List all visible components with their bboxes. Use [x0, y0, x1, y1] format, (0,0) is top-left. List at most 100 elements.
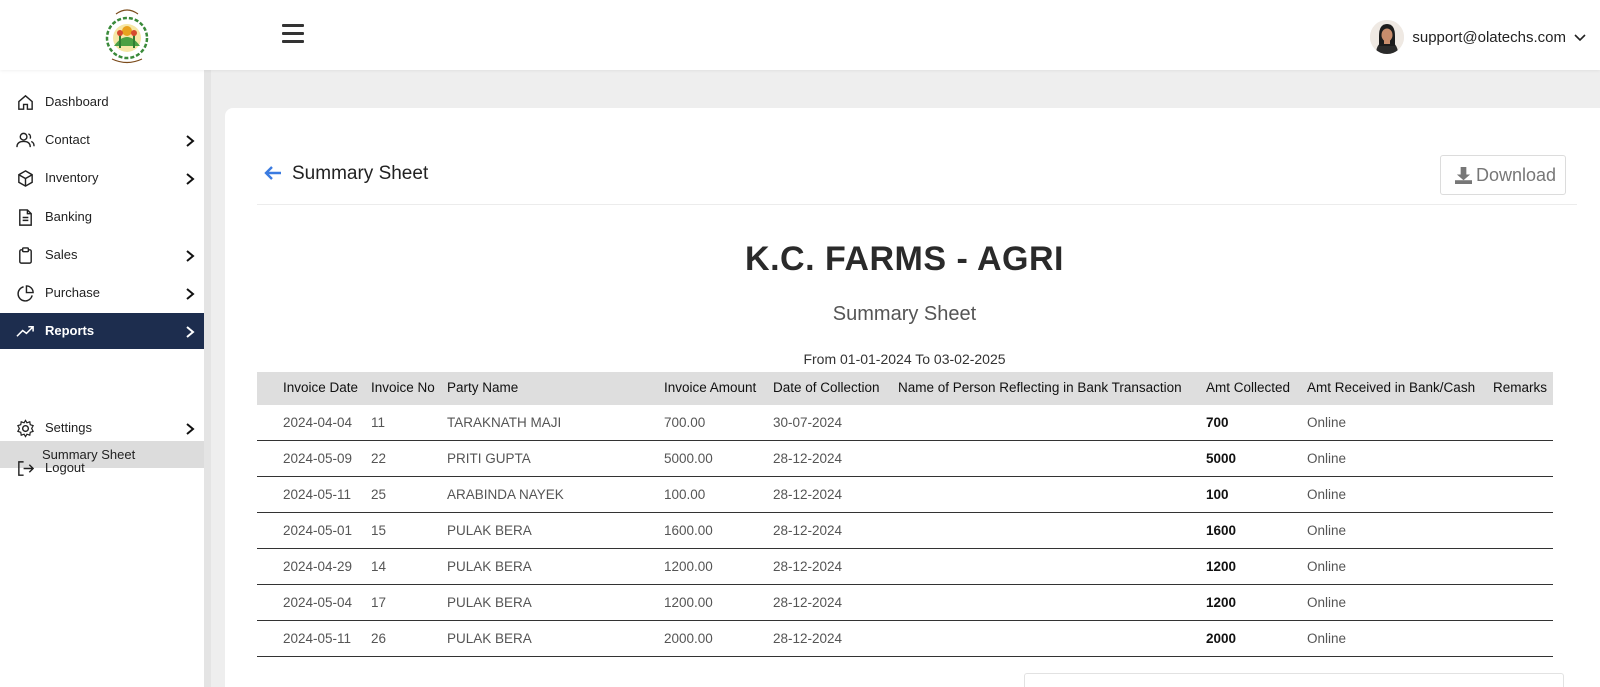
table-row[interactable]: 2024-05-11 26 PULAK BERA 2000.00 28-12-2024 2… — [257, 621, 1553, 657]
table-cell: 28-12-2024 — [773, 487, 843, 502]
chevron-right-icon — [186, 288, 195, 300]
table-cell: 2024-05-01 — [283, 523, 353, 538]
table-cell: 25 — [371, 487, 387, 502]
sidebar-item-logout[interactable]: Logout — [0, 450, 210, 486]
table-cell: 2024-05-11 — [283, 631, 352, 646]
table-row[interactable]: 2024-04-04 11 TARAKNATH MAJI 700.00 30-07-20… — [257, 405, 1553, 441]
table-cell: 1200.00 — [664, 595, 713, 610]
table-row[interactable]: 2024-05-04 17 PULAK BERA 1200.00 28-12-2024 1… — [257, 585, 1553, 621]
divider — [257, 204, 1577, 205]
column-header[interactable]: Date of Collection — [773, 380, 880, 395]
chevron-right-icon — [186, 173, 195, 185]
table-cell: 26 — [371, 631, 387, 646]
brand-area — [0, 0, 210, 70]
download-icon — [1455, 167, 1472, 184]
column-header[interactable]: Invoice Date — [283, 380, 358, 395]
sidebar-scrollbar[interactable] — [204, 70, 211, 687]
chevron-right-icon — [186, 423, 195, 435]
sidebar-item-label: Sales — [45, 247, 78, 262]
sidebar-item-label: Reports — [45, 323, 95, 338]
column-header[interactable]: Invoice No — [371, 380, 435, 395]
document-icon — [19, 209, 32, 226]
logout-icon — [18, 461, 35, 476]
table-cell: 1200 — [1206, 595, 1237, 610]
table-cell: 28-12-2024 — [773, 595, 843, 610]
users-icon — [16, 132, 35, 148]
company-name: K.C. FARMS - AGRI — [745, 240, 1064, 278]
table-cell: 700.00 — [664, 415, 706, 430]
table-cell: PULAK BERA — [447, 559, 532, 574]
column-header[interactable]: Invoice Amount — [664, 380, 756, 395]
table-cell: PULAK BERA — [447, 595, 532, 610]
chevron-right-icon — [186, 326, 195, 338]
sidebar-item-contact[interactable]: Contact — [0, 122, 210, 158]
sidebar-item-label: Inventory — [45, 170, 99, 185]
table-cell: TARAKNATH MAJI — [447, 415, 562, 430]
box-icon — [18, 170, 33, 187]
column-header[interactable]: Amt Received in Bank/Cash — [1307, 380, 1475, 395]
table-cell: Online — [1307, 559, 1347, 574]
sidebar-item-inventory[interactable]: Inventory — [0, 160, 210, 196]
sidebar-item-label: Contact — [45, 132, 90, 147]
table-cell: Online — [1307, 523, 1347, 538]
avatar[interactable] — [1370, 20, 1405, 54]
top-bar: support@olatechs.com — [0, 0, 1600, 70]
sidebar: Dashboard Contact Inventory Banking Sale… — [0, 70, 210, 687]
chevron-right-icon — [186, 135, 195, 147]
table-cell: 2024-04-29 — [283, 559, 353, 574]
chevron-right-icon — [186, 250, 195, 262]
back-arrow-icon[interactable] — [263, 163, 283, 183]
table-row[interactable]: 2024-05-11 25 ARABINDA NAYEK 100.00 28-12-20… — [257, 477, 1553, 513]
table-cell: 2024-05-04 — [283, 595, 353, 610]
date-range: From 01-01-2024 To 03-02-2025 — [803, 351, 1006, 367]
sidebar-item-label: Settings — [45, 420, 92, 435]
column-header[interactable]: Amt Collected — [1206, 380, 1290, 395]
table-cell: Online — [1307, 631, 1347, 646]
column-header[interactable]: Party Name — [447, 380, 518, 395]
table-cell: PULAK BERA — [447, 523, 532, 538]
table-row[interactable]: 2024-05-01 15 PULAK BERA 1600.00 28-12-2024 1… — [257, 513, 1553, 549]
report-subtitle: Summary Sheet — [832, 303, 977, 325]
table-cell: Online — [1307, 595, 1347, 610]
table-cell: Online — [1307, 451, 1347, 466]
notification-panel — [1024, 673, 1564, 687]
sidebar-item-purchase[interactable]: Purchase — [0, 275, 210, 311]
table-cell: 5000.00 — [664, 451, 713, 466]
summary-table: Invoice Date Invoice No Party Name Invoi… — [257, 372, 1553, 657]
user-menu[interactable]: support@olatechs.com — [1370, 19, 1586, 55]
table-cell: 28-12-2024 — [773, 451, 843, 466]
user-email[interactable]: support@olatechs.com — [1412, 29, 1566, 46]
table-cell: 5000 — [1206, 451, 1237, 466]
home-icon — [18, 94, 33, 110]
sidebar-item-banking[interactable]: Banking — [0, 199, 210, 235]
table-cell: 1600 — [1206, 523, 1237, 538]
pie-chart-icon — [17, 285, 34, 302]
column-header[interactable]: Remarks — [1493, 380, 1547, 395]
page-title: Summary Sheet — [292, 163, 429, 184]
table-cell: 2000 — [1206, 631, 1237, 646]
sidebar-item-sales[interactable]: Sales — [0, 237, 210, 273]
table-cell: 17 — [371, 595, 387, 610]
table-cell: 100.00 — [664, 487, 706, 502]
kc-farms-logo[interactable] — [100, 4, 154, 64]
table-body: 2024-04-04 11 TARAKNATH MAJI 700.00 30-07-20… — [257, 405, 1553, 687]
column-header[interactable]: Name of Person Reflecting in Bank Transa… — [898, 380, 1182, 395]
download-label: Download — [1476, 165, 1557, 185]
table-header: Invoice Date Invoice No Party Name Invoi… — [257, 372, 1553, 405]
table-cell: 2000.00 — [664, 631, 713, 646]
table-cell: 28-12-2024 — [773, 559, 843, 574]
table-row[interactable]: 2024-04-29 14 PULAK BERA 1200.00 28-12-2024 1… — [257, 549, 1553, 585]
table-cell: Online — [1307, 415, 1347, 430]
hamburger-menu-icon[interactable] — [282, 24, 304, 46]
table-cell: 1200 — [1206, 559, 1237, 574]
sidebar-item-label: Purchase — [45, 285, 100, 300]
table-cell: 2024-04-04 — [283, 415, 353, 430]
table-cell: 1200.00 — [664, 559, 713, 574]
chevron-down-icon[interactable] — [1574, 31, 1586, 43]
download-button[interactable]: Download — [1440, 155, 1566, 195]
table-row[interactable]: 2024-05-09 22 PRITI GUPTA 5000.00 28-12-2024… — [257, 441, 1553, 477]
sidebar-item-reports[interactable]: Reports — [0, 313, 210, 349]
sidebar-item-dashboard[interactable]: Dashboard — [0, 84, 210, 120]
sidebar-item-settings[interactable]: Settings — [0, 410, 210, 446]
table-cell: 15 — [371, 523, 387, 538]
